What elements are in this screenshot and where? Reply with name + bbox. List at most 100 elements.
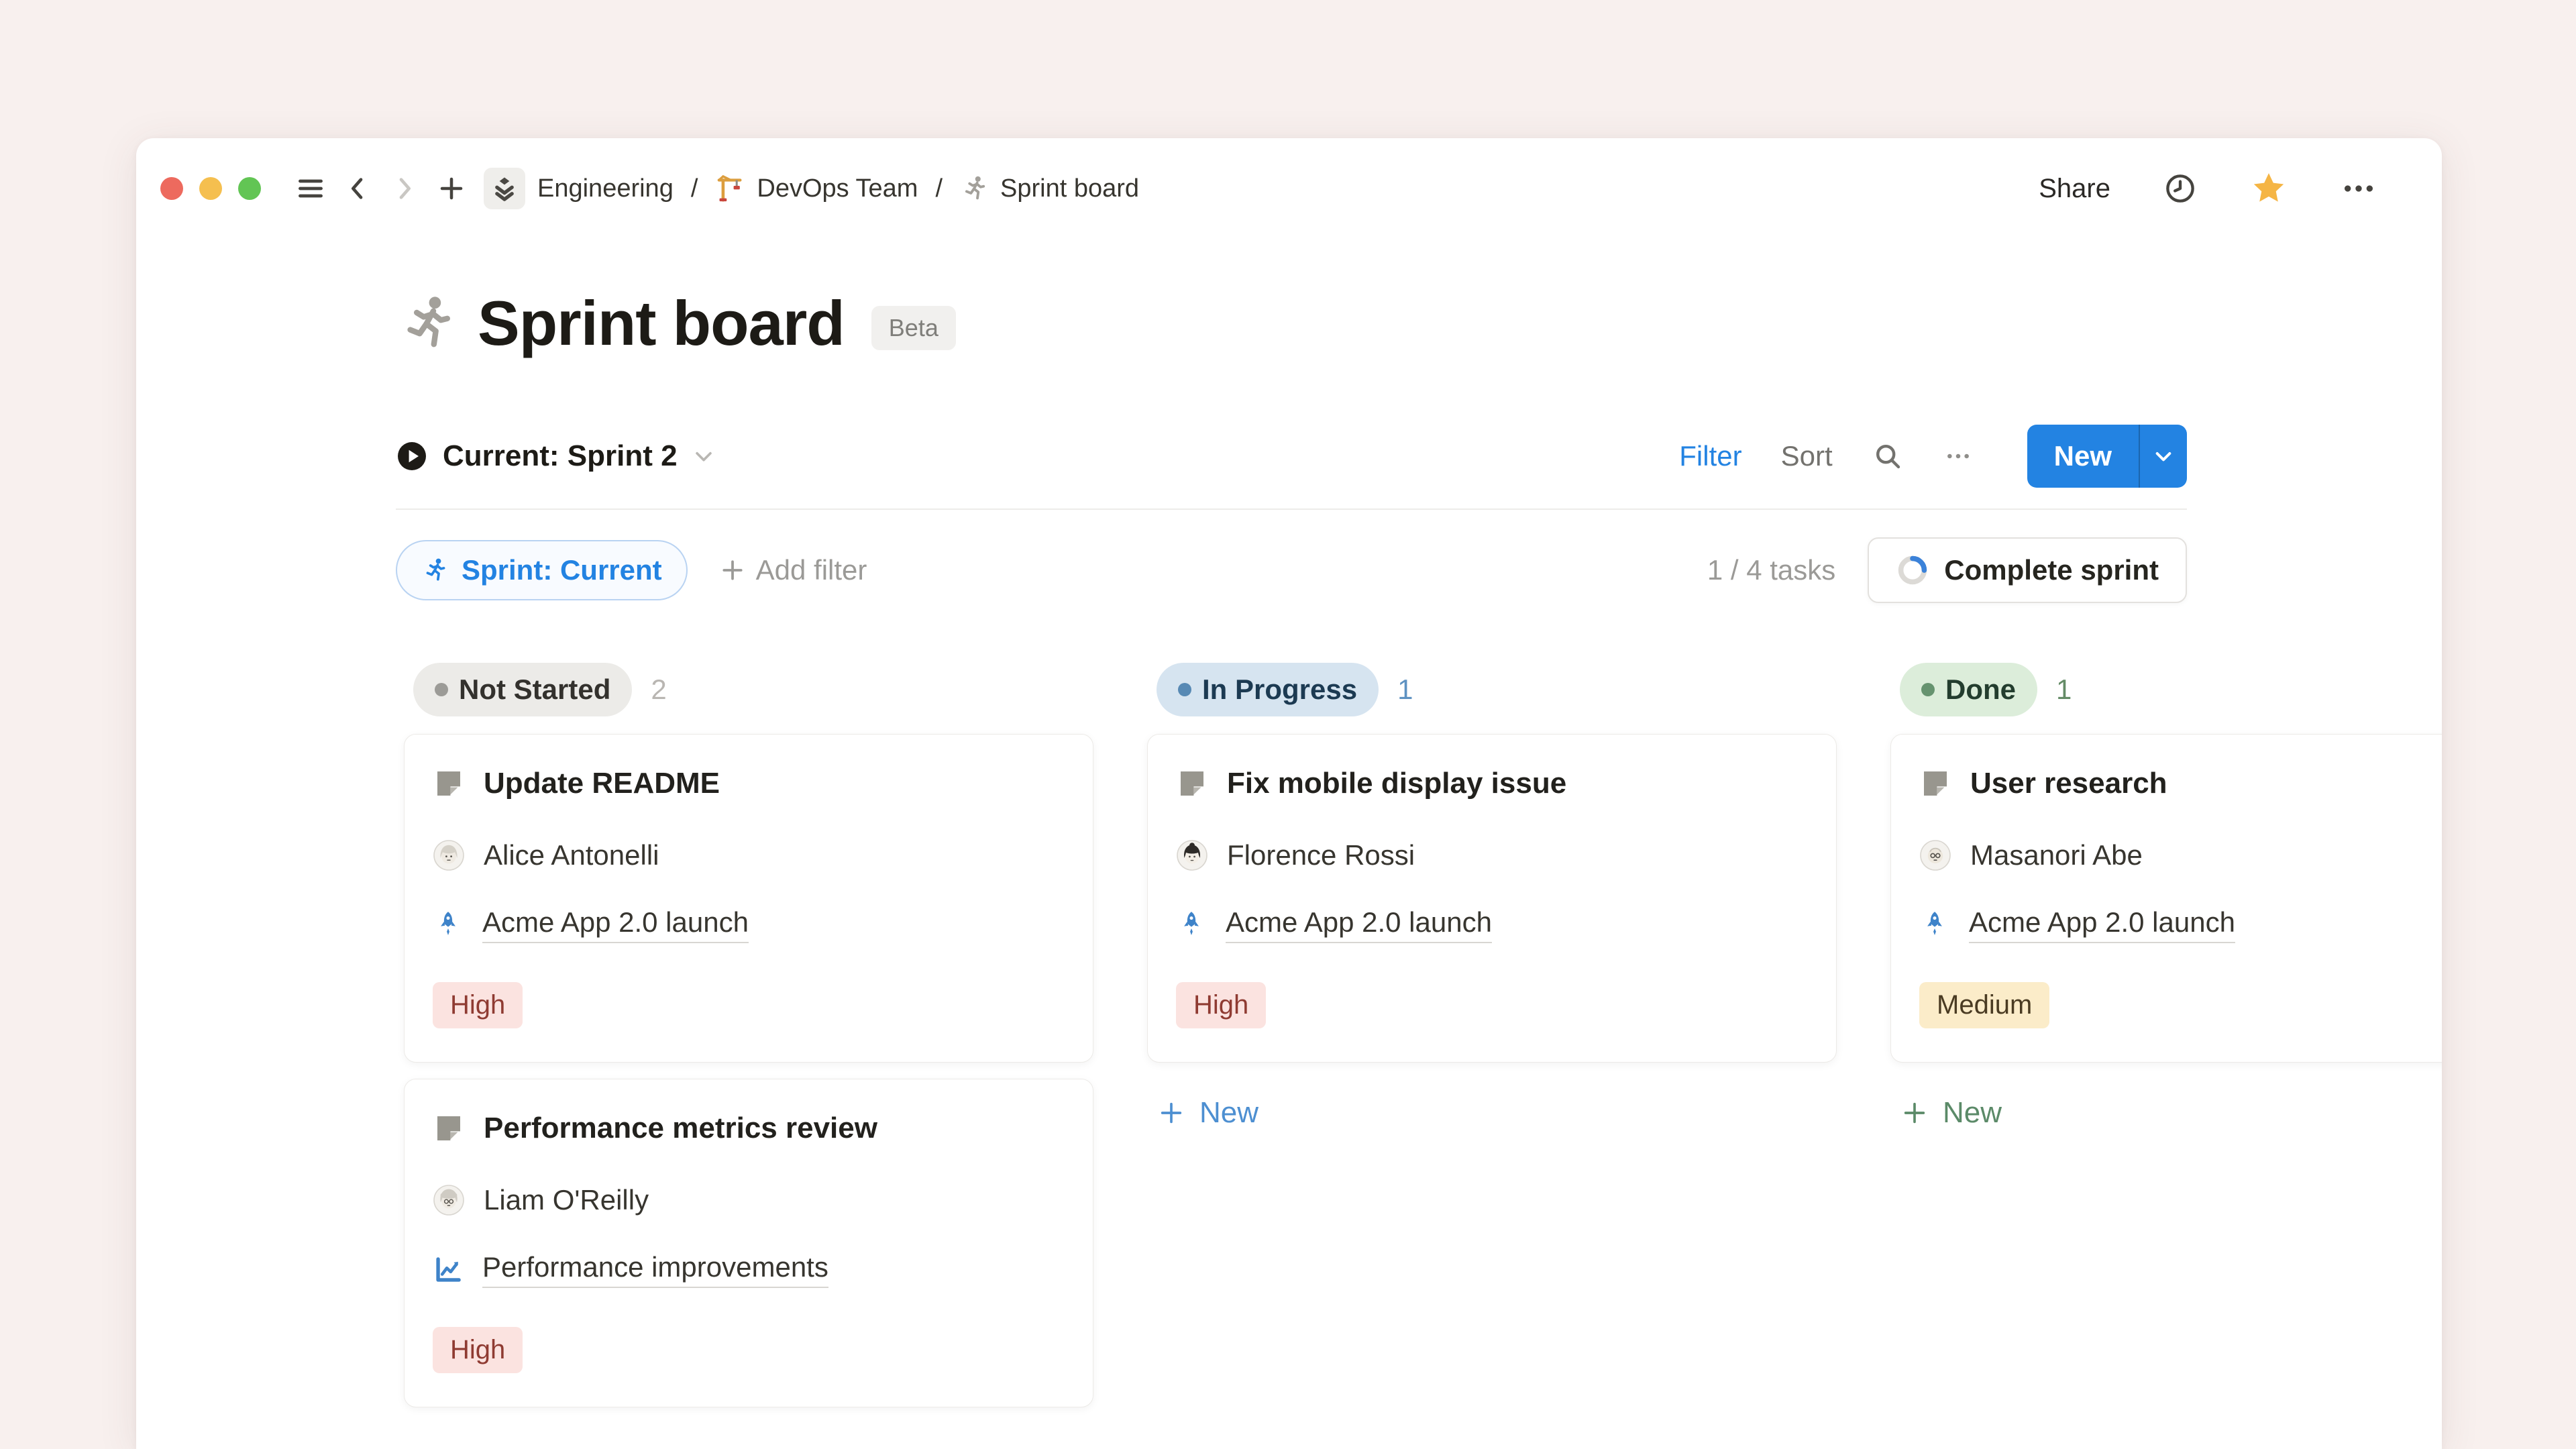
breadcrumb-item-devops-team[interactable]: DevOps Team [711, 170, 922, 207]
rocket-icon [1919, 910, 1950, 941]
column-header[interactable]: Not Started 2 [404, 663, 1093, 734]
column-header[interactable]: In Progress 1 [1147, 663, 1837, 734]
assignee-row: Liam O'Reilly [433, 1184, 1065, 1216]
new-task-button[interactable]: New [2027, 425, 2139, 488]
card-title: Update README [484, 767, 720, 800]
plus-icon [720, 557, 745, 583]
favorite-button[interactable] [2250, 170, 2288, 207]
column-count: 1 [2056, 674, 2072, 706]
more-options-button[interactable] [2340, 170, 2377, 207]
task-card[interactable]: Fix mobile display issue Florence Rossi [1147, 734, 1837, 1063]
project-link[interactable]: Acme App 2.0 launch [1969, 906, 2235, 943]
new-task-dropdown-button[interactable] [2140, 425, 2187, 488]
priority-badge: High [433, 1327, 523, 1373]
status-label: In Progress [1202, 674, 1357, 706]
breadcrumb-item-sprint-board[interactable]: Sprint board [956, 171, 1143, 206]
breadcrumb-separator: / [690, 174, 700, 203]
plus-icon [1158, 1099, 1185, 1126]
avatar [433, 839, 465, 871]
new-page-button[interactable] [433, 170, 470, 207]
chart-increasing-icon [433, 1254, 464, 1285]
runner-icon [396, 291, 460, 356]
share-button[interactable]: Share [2039, 174, 2110, 204]
assignee-name: Masanori Abe [1970, 839, 2143, 871]
clock-icon [2163, 171, 2198, 206]
add-filter-button[interactable]: Add filter [720, 554, 867, 586]
view-options-button[interactable] [1943, 441, 1974, 472]
status-label: Done [1945, 674, 2016, 706]
view-label: Current: Sprint 2 [443, 439, 678, 473]
status-dot [1178, 683, 1191, 696]
assignee-name: Florence Rossi [1227, 839, 1415, 871]
updates-button[interactable] [2163, 171, 2198, 206]
sprint-filter-pill[interactable]: Sprint: Current [396, 540, 688, 600]
ellipsis-icon [2340, 170, 2377, 207]
project-link[interactable]: Performance improvements [482, 1251, 828, 1288]
priority-badge: High [1176, 982, 1266, 1028]
priority-badge: High [433, 982, 523, 1028]
window-controls [159, 177, 261, 200]
forward-button[interactable] [386, 170, 423, 207]
top-bar: Engineering / DevOps Team / [136, 138, 2442, 239]
status-pill-done: Done [1900, 663, 2037, 716]
rocket-icon [433, 910, 464, 941]
workspace-page-chip[interactable] [484, 168, 525, 209]
task-card[interactable]: Performance metrics review Liam O'Reilly [404, 1079, 1093, 1407]
task-progress-count: 1 / 4 tasks [1707, 554, 1835, 586]
project-row: Acme App 2.0 launch [1919, 906, 2442, 943]
status-dot [435, 683, 448, 696]
project-row: Acme App 2.0 launch [1176, 906, 1808, 943]
project-link[interactable]: Acme App 2.0 launch [482, 906, 749, 943]
assignee-row: Alice Antonelli [433, 839, 1065, 871]
column-done: Done 1 User research [1882, 645, 2442, 1157]
beta-badge: Beta [871, 306, 956, 350]
card-title: Fix mobile display issue [1227, 767, 1566, 800]
add-filter-label: Add filter [756, 554, 867, 586]
column-not-started: Not Started 2 Update README [396, 645, 1102, 1449]
chevron-down-icon [692, 445, 715, 468]
maximize-window-button[interactable] [238, 177, 261, 200]
play-circle-icon [396, 440, 428, 472]
add-card-label: New [1199, 1096, 1258, 1130]
complete-sprint-label: Complete sprint [1944, 554, 2159, 586]
progress-ring-icon [1896, 553, 1929, 587]
add-card-button[interactable]: New [1890, 1079, 2442, 1146]
breadcrumb-label: DevOps Team [757, 174, 918, 203]
close-window-button[interactable] [160, 177, 183, 200]
new-task-split-button: New [2027, 425, 2187, 488]
chevron-right-icon [391, 175, 418, 202]
project-link[interactable]: Acme App 2.0 launch [1226, 906, 1492, 943]
sidebar-menu-button[interactable] [292, 170, 329, 207]
breadcrumb: Engineering / DevOps Team / [533, 170, 1143, 207]
task-card[interactable]: User research Masanori Abe [1890, 734, 2442, 1063]
add-card-button[interactable]: New [1147, 1079, 1837, 1146]
minimize-window-button[interactable] [199, 177, 222, 200]
column-count: 2 [651, 674, 666, 706]
page-icon [433, 1112, 465, 1144]
complete-sprint-button[interactable]: Complete sprint [1868, 537, 2187, 603]
page-title[interactable]: Sprint board [478, 287, 845, 360]
search-button[interactable] [1872, 440, 1904, 472]
app-window: Engineering / DevOps Team / [136, 138, 2442, 1449]
stack-icon [490, 174, 519, 203]
column-count: 1 [1397, 674, 1413, 706]
back-button[interactable] [339, 170, 376, 207]
ellipsis-icon [1943, 441, 1974, 472]
filter-button[interactable]: Filter [1679, 440, 1741, 472]
project-row: Performance improvements [433, 1251, 1065, 1288]
breadcrumb-label: Sprint board [1000, 174, 1139, 203]
column-header[interactable]: Done 1 [1890, 663, 2442, 734]
add-card-label: New [1943, 1096, 2002, 1130]
hamburger-icon [296, 174, 325, 203]
column-in-progress: In Progress 1 Fix mobile display issue [1139, 645, 1845, 1157]
chevron-left-icon [344, 175, 371, 202]
view-selector[interactable]: Current: Sprint 2 [396, 439, 715, 473]
runner-icon [960, 174, 989, 203]
status-pill-not-started: Not Started [413, 663, 632, 716]
breadcrumb-label: Engineering [537, 174, 674, 203]
sort-button[interactable]: Sort [1781, 440, 1833, 472]
crane-icon [715, 173, 746, 204]
priority-badge: Medium [1919, 982, 2049, 1028]
task-card[interactable]: Update README Alice Antonelli [404, 734, 1093, 1063]
breadcrumb-item-engineering[interactable]: Engineering [533, 172, 678, 206]
